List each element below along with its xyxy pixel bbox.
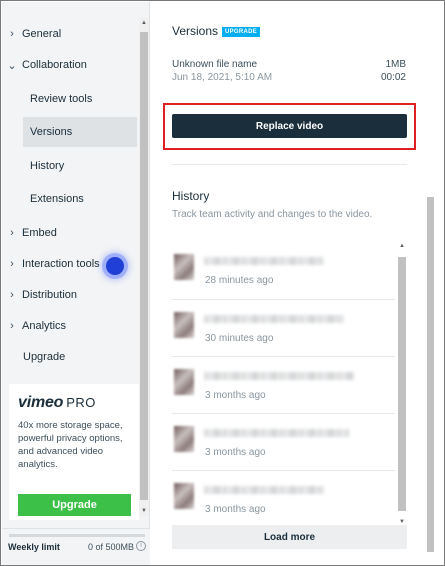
sidebar-subitem-review-tools[interactable]: Review tools	[23, 84, 137, 114]
scrollbar-thumb[interactable]	[140, 32, 148, 500]
list-item: 30 minutes ago	[172, 299, 395, 356]
history-list: 28 minutes ago 30 minutes ago 3 months a…	[172, 242, 407, 527]
settings-panel: › General ⌄ Collaboration Review tools V…	[0, 0, 445, 566]
history-time: 30 minutes ago	[205, 333, 274, 344]
sidebar-item-analytics[interactable]: › Analytics	[2, 312, 66, 340]
vimeo-pro-card: vimeo PRO 40x more storage space, powerfu…	[9, 384, 139, 520]
history-time: 3 months ago	[205, 390, 266, 401]
scroll-up-icon[interactable]: ▲	[397, 243, 407, 249]
weekly-limit-value: 0 of 500MB	[88, 542, 135, 552]
list-item: 28 minutes ago	[172, 242, 395, 299]
file-date: Jun 18, 2021, 5:10 AM	[172, 72, 273, 83]
info-icon[interactable]: i	[136, 541, 146, 551]
history-time: 3 months ago	[205, 504, 266, 515]
sidebar: › General ⌄ Collaboration Review tools V…	[2, 2, 150, 565]
weekly-limit-label: Weekly limit	[8, 542, 60, 552]
scroll-down-icon[interactable]: ▼	[397, 519, 407, 525]
avatar	[174, 312, 194, 338]
sidebar-item-label: Interaction tools	[22, 258, 100, 270]
sidebar-item-label: General	[22, 28, 62, 40]
file-duration: 00:02	[380, 72, 406, 83]
chevron-right-icon: ›	[10, 28, 14, 40]
sidebar-item-label: History	[30, 160, 65, 172]
sidebar-item-label: Review tools	[30, 93, 93, 105]
chevron-right-icon: ›	[10, 258, 14, 270]
history-title: History	[172, 189, 210, 203]
list-item: 3 months ago	[172, 356, 395, 413]
chevron-right-icon: ›	[10, 289, 14, 301]
history-subtitle: Track team activity and changes to the v…	[172, 209, 373, 220]
sidebar-item-label: Collaboration	[22, 59, 87, 71]
pro-description: 40x more storage space, powerful privacy…	[18, 420, 123, 470]
sidebar-item-label: Versions	[30, 126, 73, 138]
chevron-down-icon: ⌄	[7, 59, 17, 72]
file-name: Unknown file name	[172, 59, 258, 70]
main-scrollbar[interactable]	[425, 2, 435, 565]
redacted-text	[204, 315, 344, 323]
list-item: 3 months ago	[172, 413, 395, 470]
upgrade-button[interactable]: Upgrade	[18, 494, 131, 516]
weekly-limit: Weekly limit 0 of 500MB i	[2, 528, 150, 565]
sidebar-item-upgrade[interactable]: Upgrade	[2, 343, 65, 371]
sidebar-item-embed[interactable]: › Embed	[2, 219, 57, 247]
sidebar-subitem-history[interactable]: History	[23, 151, 137, 181]
chevron-right-icon: ›	[10, 227, 14, 239]
weekly-limit-bar	[9, 534, 145, 537]
sidebar-item-label: Analytics	[22, 320, 67, 332]
avatar	[174, 369, 194, 395]
sidebar-item-interaction-tools[interactable]: › Interaction tools	[2, 250, 100, 278]
history-time: 3 months ago	[205, 447, 266, 458]
load-more-button[interactable]: Load more	[172, 525, 407, 549]
redacted-text	[204, 486, 324, 494]
sidebar-item-distribution[interactable]: › Distribution	[2, 281, 77, 309]
versions-title: Versions	[172, 24, 219, 38]
history-scrollbar[interactable]: ▲ ▼	[397, 243, 407, 525]
sidebar-scrollbar[interactable]: ▲ ▼	[139, 18, 149, 516]
redacted-text	[204, 257, 324, 265]
scroll-down-icon[interactable]: ▼	[140, 508, 148, 514]
file-size: 1MB	[385, 59, 406, 70]
replace-video-button[interactable]: Replace video	[172, 114, 407, 138]
sidebar-item-collaboration[interactable]: ⌄ Collaboration	[2, 51, 87, 79]
sidebar-item-label: Distribution	[22, 289, 78, 301]
scroll-up-icon[interactable]: ▲	[140, 20, 148, 26]
redacted-text	[204, 372, 354, 380]
divider	[172, 164, 407, 165]
avatar	[174, 426, 194, 452]
vimeo-pro-logo: vimeo PRO	[18, 394, 96, 411]
avatar	[174, 254, 194, 280]
upgrade-badge[interactable]: UPGRADE	[222, 27, 261, 37]
chevron-right-icon: ›	[10, 320, 14, 332]
scrollbar-thumb[interactable]	[398, 257, 406, 511]
redacted-text	[204, 429, 349, 437]
sidebar-item-label: Extensions	[30, 193, 84, 205]
sidebar-item-label: Upgrade	[23, 351, 66, 363]
history-time: 28 minutes ago	[205, 275, 274, 286]
cursor-focus-indicator	[106, 257, 124, 275]
list-item: 3 months ago	[172, 470, 395, 527]
sidebar-item-label: Embed	[22, 227, 57, 239]
sidebar-subitem-versions[interactable]: Versions	[23, 117, 137, 147]
avatar	[174, 483, 194, 509]
sidebar-item-general[interactable]: › General	[2, 20, 61, 48]
scrollbar-thumb[interactable]	[427, 197, 434, 552]
sidebar-subitem-extensions[interactable]: Extensions	[23, 184, 137, 214]
